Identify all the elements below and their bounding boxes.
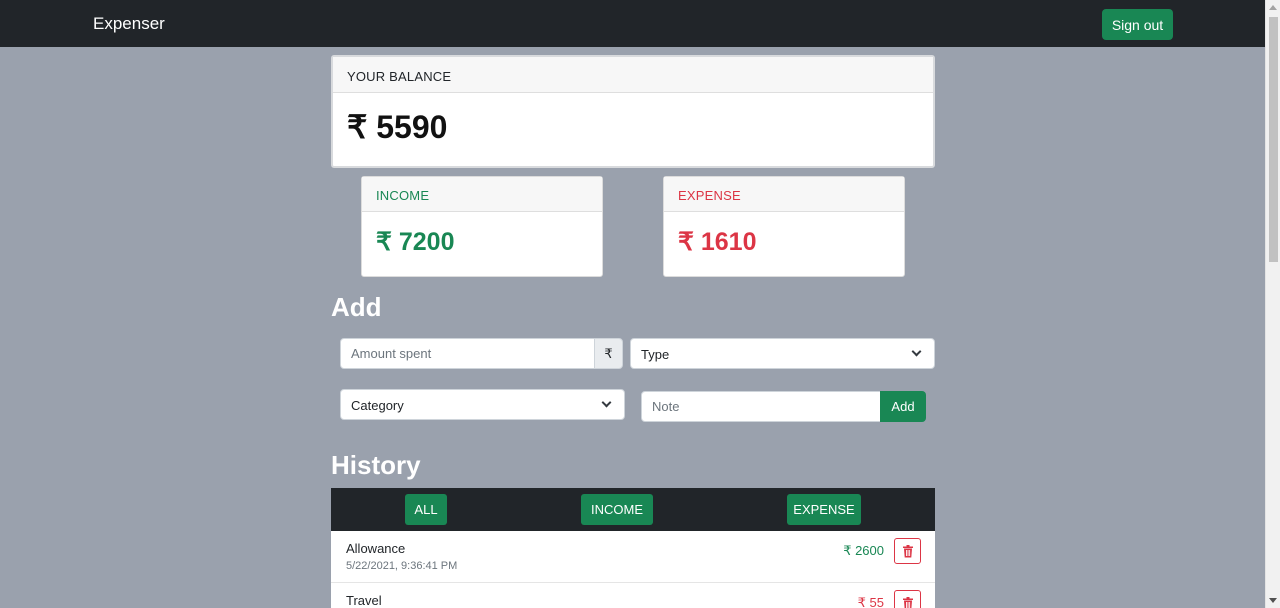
history-heading: History	[331, 450, 421, 480]
chevron-down-icon	[601, 397, 612, 408]
scroll-thumb[interactable]	[1269, 17, 1278, 262]
balance-card: YOUR BALANCE ₹ 5590	[331, 55, 935, 168]
scroll-up-arrow-icon[interactable]	[1269, 5, 1277, 10]
history-item-amount: ₹ 2600	[843, 543, 884, 558]
history-item-name: Allowance	[346, 541, 406, 556]
type-select-value: Type	[641, 347, 670, 362]
trash-icon	[903, 545, 913, 558]
delete-button[interactable]	[894, 590, 921, 608]
amount-input[interactable]	[340, 338, 595, 369]
add-heading: Add	[331, 292, 382, 322]
history-list: Allowance 5/22/2021, 9:36:41 PM ₹ 2600 T…	[331, 531, 935, 608]
category-select[interactable]: Category	[340, 389, 625, 420]
chevron-down-icon	[911, 346, 922, 357]
history-filter-bar: ALL INCOME EXPENSE	[331, 488, 935, 531]
expense-card: EXPENSE ₹ 1610	[663, 176, 905, 277]
history-item-date: 5/22/2021, 9:36:41 PM	[346, 560, 458, 572]
trash-icon	[903, 597, 913, 608]
category-select-value: Category	[351, 398, 404, 413]
page-scrollbar[interactable]	[1265, 0, 1280, 608]
history-item: Allowance 5/22/2021, 9:36:41 PM ₹ 2600	[331, 531, 935, 583]
top-navbar: Expenser Sign out	[0, 0, 1265, 47]
history-item-amount: ₹ 55	[857, 595, 884, 608]
income-label: INCOME	[362, 177, 602, 212]
filter-all-button[interactable]: ALL	[405, 494, 447, 525]
scroll-down-arrow-icon[interactable]	[1269, 598, 1277, 603]
type-select[interactable]: Type	[630, 338, 935, 369]
note-input[interactable]	[641, 391, 882, 422]
filter-expense-button[interactable]: EXPENSE	[787, 494, 861, 525]
sign-out-button[interactable]: Sign out	[1102, 9, 1173, 40]
income-value: ₹ 7200	[376, 228, 455, 256]
filter-income-button[interactable]: INCOME	[581, 494, 653, 525]
expense-label: EXPENSE	[664, 177, 904, 212]
history-item-name: Travel	[346, 593, 382, 608]
currency-addon: ₹	[594, 338, 623, 369]
brand-logo[interactable]: Expenser	[93, 14, 165, 34]
balance-label: YOUR BALANCE	[333, 57, 933, 93]
history-item: Travel ₹ 55	[331, 583, 935, 608]
delete-button[interactable]	[894, 538, 921, 564]
add-button[interactable]: Add	[880, 391, 926, 422]
balance-value: ₹ 5590	[347, 109, 448, 145]
income-card: INCOME ₹ 7200	[361, 176, 603, 277]
expense-value: ₹ 1610	[678, 228, 757, 256]
